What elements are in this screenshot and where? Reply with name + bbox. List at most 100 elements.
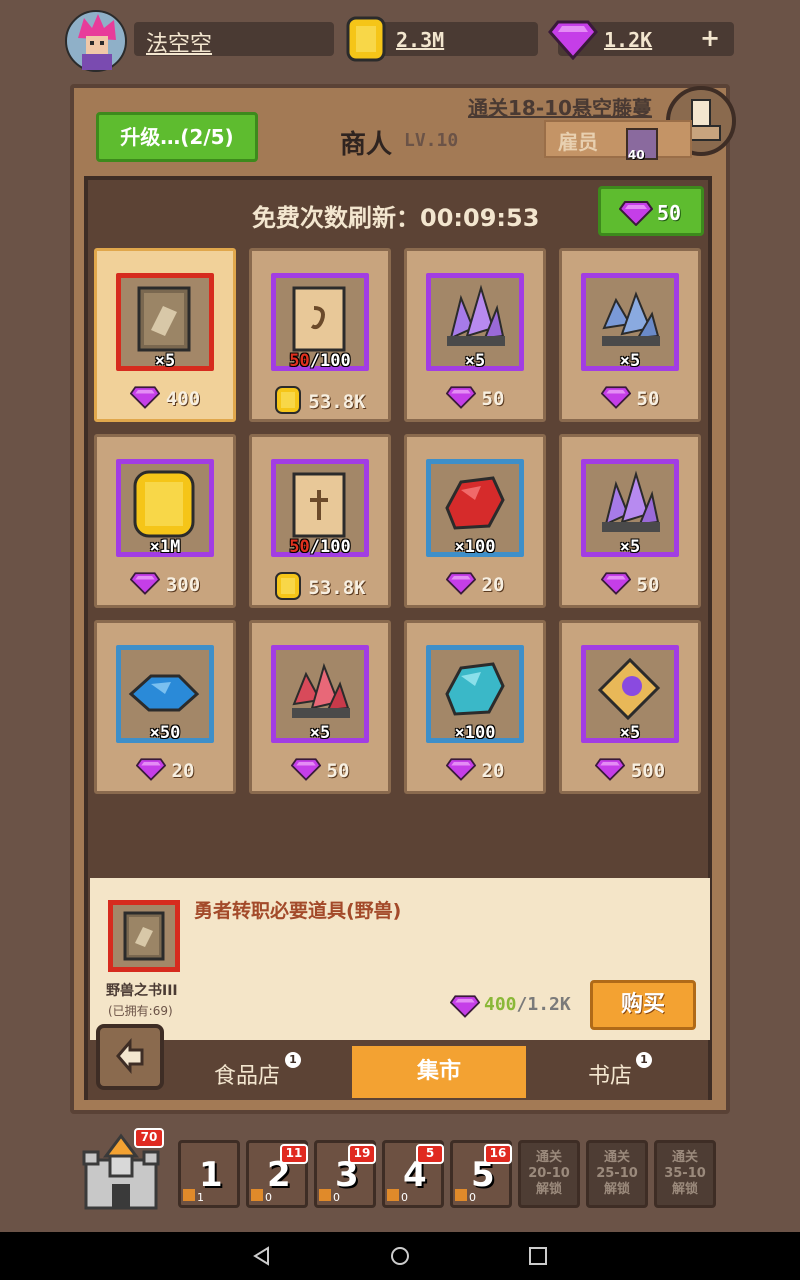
- item-price: 20: [97, 757, 233, 785]
- item-price-value: 400: [165, 388, 201, 410]
- locked-slot-text: 通关: [671, 1150, 698, 1165]
- hero-slot-count: 1: [197, 1191, 204, 1204]
- detail-cost: 400/1.2K: [484, 994, 571, 1015]
- locked-slot-text: 解锁: [671, 1182, 698, 1197]
- shop-item-10[interactable]: ×5 50: [249, 620, 391, 794]
- hero-slot-count: 0: [469, 1191, 476, 1204]
- item-quantity: ×5: [252, 723, 388, 743]
- hero-slot-badge: 11: [280, 1144, 308, 1164]
- nav-back-icon[interactable]: [252, 1246, 272, 1266]
- item-quantity-value: /100: [309, 537, 351, 557]
- tab-book-badge: 1: [636, 1052, 652, 1068]
- item-quantity-current: 50: [289, 351, 310, 371]
- item-quantity-value: /100: [309, 351, 351, 371]
- gem-icon: [135, 757, 166, 785]
- nav-recents-icon[interactable]: [528, 1246, 548, 1266]
- item-quantity-value: ×100: [454, 723, 496, 743]
- locked-slot-3[interactable]: 通关 35-10 解锁: [654, 1140, 716, 1208]
- add-gems-button[interactable]: +: [700, 24, 720, 52]
- item-quantity-value: ×5: [619, 537, 641, 557]
- item-quantity: ×5: [407, 351, 543, 371]
- shop-item-8[interactable]: ×5 50: [559, 434, 701, 608]
- hero-slot-count: 0: [265, 1191, 272, 1204]
- house-icon: [319, 1189, 331, 1201]
- locked-slot-text: 解锁: [535, 1182, 562, 1197]
- detail-owned: (已拥有:69): [108, 1004, 173, 1018]
- shop-item-12[interactable]: ×5 500: [559, 620, 701, 794]
- item-quantity-value: ×50: [149, 723, 181, 743]
- item-price-value: 20: [481, 760, 505, 782]
- house-icon: [387, 1189, 399, 1201]
- gem-icon: [445, 385, 476, 413]
- item-price: 50: [562, 385, 698, 413]
- back-button[interactable]: [96, 1024, 164, 1090]
- item-price-value: 53.8K: [308, 577, 366, 599]
- item-quantity-value: ×5: [619, 351, 641, 371]
- gem-icon: [450, 995, 480, 1018]
- gem-icon: [290, 757, 321, 785]
- shop-item-6[interactable]: 50/100 53.8K: [249, 434, 391, 608]
- tab-market[interactable]: 集市: [352, 1046, 526, 1098]
- gold-amount: 2.3M: [396, 28, 445, 52]
- item-quantity-value: ×1M: [149, 537, 181, 557]
- item-price: 50: [407, 385, 543, 413]
- gem-icon: [445, 571, 476, 599]
- gem-icon: [600, 571, 631, 599]
- detail-cost-value: 400: [484, 994, 517, 1015]
- refresh-cost: 50: [657, 201, 682, 225]
- shop-item-4[interactable]: ×5 50: [559, 248, 701, 422]
- item-price: 53.8K: [252, 385, 388, 419]
- refresh-button[interactable]: 50: [598, 186, 704, 236]
- item-price-value: 50: [481, 388, 505, 410]
- hero-slot-1[interactable]: 11: [178, 1140, 240, 1208]
- nav-home-icon[interactable]: [390, 1246, 410, 1266]
- shop-item-3[interactable]: ×5 50: [404, 248, 546, 422]
- item-quantity-value: ×5: [309, 723, 331, 743]
- item-price: 400: [97, 385, 233, 413]
- tab-book-label: 书店: [588, 1064, 633, 1089]
- tab-food-shop[interactable]: 食品店: [214, 1058, 280, 1090]
- detail-description: 勇者转职必要道具(野兽): [194, 900, 402, 922]
- item-quantity-current: 50: [289, 537, 310, 557]
- house-icon: [251, 1189, 263, 1201]
- item-quantity: ×1M: [97, 537, 233, 557]
- detail-item-slot: [108, 900, 180, 972]
- hero-slot-number: 1: [199, 1155, 223, 1195]
- hire-label: 雇员: [558, 130, 598, 154]
- upgrade-button[interactable]: 升级…(2/5): [96, 112, 258, 162]
- locked-slot-text: 20-10: [528, 1166, 570, 1181]
- shop-item-9[interactable]: ×50 20: [94, 620, 236, 794]
- shop-item-5[interactable]: ×1M 300: [94, 434, 236, 608]
- shop-item-2[interactable]: 50/100 53.8K: [249, 248, 391, 422]
- tab-market-label: 集市: [416, 1059, 461, 1084]
- item-quantity-value: ×100: [454, 537, 496, 557]
- item-price-value: 20: [171, 760, 195, 782]
- item-price: 500: [562, 757, 698, 785]
- item-price: 20: [407, 757, 543, 785]
- buy-button[interactable]: 购买: [590, 980, 696, 1030]
- locked-slot-2[interactable]: 通关 25-10 解锁: [586, 1140, 648, 1208]
- upgrade-button-label: 升级…(2/5): [120, 125, 234, 149]
- item-price: 20: [407, 571, 543, 599]
- back-arrow-icon: [116, 1037, 144, 1075]
- locked-slot-text: 35-10: [664, 1166, 706, 1181]
- item-price: 300: [97, 571, 233, 599]
- tab-book-shop[interactable]: 书店: [588, 1058, 632, 1090]
- detail-item-name: 野兽之书III: [106, 983, 178, 999]
- stage-link[interactable]: 通关18-10悬空藤蔓: [468, 92, 652, 121]
- buy-button-label: 购买: [620, 992, 665, 1017]
- locked-slot-text: 解锁: [603, 1182, 630, 1197]
- username[interactable]: 法空空: [146, 26, 212, 58]
- item-quantity-value: ×5: [464, 351, 486, 371]
- item-price-value: 20: [481, 574, 505, 596]
- tab-food-label: 食品店: [214, 1064, 281, 1089]
- avatar[interactable]: [64, 8, 128, 74]
- shop-item-1[interactable]: ×5 400: [94, 248, 236, 422]
- item-quantity-value: ×5: [154, 351, 176, 371]
- item-price: 50: [252, 757, 388, 785]
- shop-item-7[interactable]: ×100 20: [404, 434, 546, 608]
- shop-item-11[interactable]: ×100 20: [404, 620, 546, 794]
- gem-icon: [129, 385, 161, 413]
- locked-slot-1[interactable]: 通关 20-10 解锁: [518, 1140, 580, 1208]
- gold-coin-icon: [274, 571, 302, 605]
